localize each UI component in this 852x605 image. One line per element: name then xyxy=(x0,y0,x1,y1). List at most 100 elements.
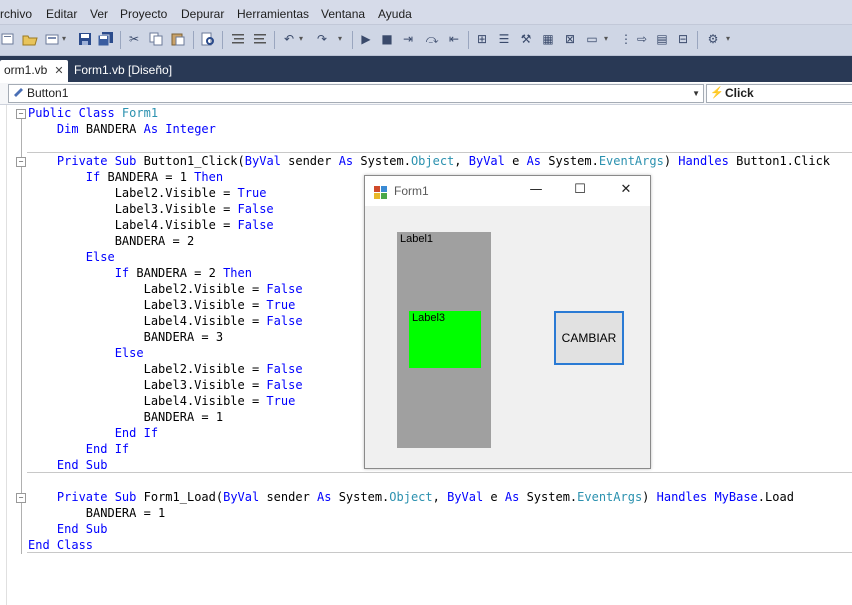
cambiar-button[interactable]: CAMBIAR xyxy=(554,311,624,365)
window-dropdown-icon[interactable]: ▾ xyxy=(604,31,612,47)
code-line[interactable]: End Sub xyxy=(28,521,108,537)
event-combobox[interactable]: ⚡ Click xyxy=(706,84,852,103)
toolbox-icon[interactable]: ⚒ xyxy=(518,31,534,47)
code-keyword: Public Class xyxy=(28,106,122,120)
object-combobox[interactable]: Button1 ▼ xyxy=(8,84,704,103)
menu-depurar[interactable]: Depurar xyxy=(181,7,224,21)
redo-icon[interactable]: ↷ xyxy=(314,31,330,47)
code-line[interactable]: BANDERA = 1 xyxy=(28,505,165,521)
copy-icon[interactable] xyxy=(148,31,164,47)
chevron-down-icon: ▼ xyxy=(692,89,700,98)
toolbar-overflow-icon[interactable]: ▾ xyxy=(726,31,734,47)
toolbar-separator xyxy=(468,31,469,49)
step-into-icon[interactable]: ⇥ xyxy=(400,31,416,47)
output-icon[interactable]: ▤ xyxy=(654,31,670,47)
code-keyword: As xyxy=(504,490,520,504)
object-browser-icon[interactable]: ▦ xyxy=(540,31,556,47)
code-line[interactable]: End Class xyxy=(28,537,93,553)
maximize-icon[interactable]: ☐ xyxy=(569,180,591,200)
menu-herramientas[interactable]: Herramientas xyxy=(237,7,309,21)
immediate-icon[interactable]: ▭ xyxy=(584,31,600,47)
stop-icon[interactable]: ■ xyxy=(379,31,395,47)
code-line[interactable]: Label2.Visible = True xyxy=(28,185,267,201)
code-type: Object xyxy=(389,490,433,504)
minimize-icon[interactable]: — xyxy=(525,180,547,200)
menu-editar[interactable]: Editar xyxy=(46,7,77,21)
code-line[interactable]: Label3.Visible = True xyxy=(28,297,296,313)
form1-titlebar[interactable]: Form1 — ☐ ✕ xyxy=(365,176,650,206)
code-keyword: Else xyxy=(85,250,115,264)
collapse-icon[interactable]: − xyxy=(16,109,26,119)
cut-icon[interactable]: ✂ xyxy=(126,31,142,47)
code-text: ) xyxy=(642,490,657,504)
tab-form1-vb[interactable]: orm1.vb ✕ xyxy=(0,60,68,82)
tab-form1-design[interactable]: Form1.vb [Diseño] xyxy=(70,60,176,82)
error-list-icon[interactable]: ⊠ xyxy=(562,31,578,47)
step-out-icon[interactable]: ⇤ xyxy=(446,31,462,47)
open-icon[interactable] xyxy=(22,31,38,47)
undo-dropdown-icon[interactable]: ▾ xyxy=(299,31,307,47)
menu-ventana[interactable]: Ventana xyxy=(321,7,365,21)
code-line[interactable]: End Sub xyxy=(28,457,108,473)
code-line[interactable]: Label4.Visible = True xyxy=(28,393,296,409)
save-all-icon[interactable] xyxy=(98,31,114,47)
code-line[interactable]: BANDERA = 1 xyxy=(28,409,223,425)
close-icon[interactable]: ✕ xyxy=(54,65,63,77)
code-line[interactable]: Label2.Visible = False xyxy=(28,281,303,297)
extension-icon[interactable]: ⊟ xyxy=(675,31,691,47)
redo-dropdown-icon[interactable]: ▾ xyxy=(338,31,346,47)
save-icon[interactable] xyxy=(77,31,93,47)
code-line[interactable]: Dim BANDERA As Integer xyxy=(28,121,216,137)
collapse-icon[interactable]: − xyxy=(16,493,26,503)
new-project-icon[interactable] xyxy=(0,31,16,47)
bookmark-icon[interactable]: ⇨ xyxy=(634,31,650,47)
menu-ayuda[interactable]: Ayuda xyxy=(378,7,412,21)
code-line[interactable]: Else xyxy=(28,249,115,265)
code-text: .Load xyxy=(757,490,794,504)
comment-icon[interactable] xyxy=(230,31,246,47)
add-item-icon[interactable] xyxy=(44,31,60,47)
paste-icon[interactable] xyxy=(170,31,186,47)
start-icon[interactable]: ▶ xyxy=(358,31,374,47)
code-keyword: Else xyxy=(114,346,144,360)
toolbar-separator xyxy=(274,31,275,49)
code-line[interactable]: BANDERA = 2 xyxy=(28,233,194,249)
code-line[interactable]: If BANDERA = 2 Then xyxy=(28,265,252,281)
menu-archivo[interactable]: rchivo xyxy=(0,7,32,21)
code-line[interactable]: Private Sub Button1_Click(ByVal sender A… xyxy=(28,153,830,169)
code-line[interactable]: Label2.Visible = False xyxy=(28,361,303,377)
code-line[interactable]: End If xyxy=(28,441,129,457)
code-type: Object xyxy=(410,154,455,168)
uncomment-icon[interactable] xyxy=(252,31,268,47)
code-line[interactable]: Public Class Form1 xyxy=(28,105,158,121)
menu-ver[interactable]: Ver xyxy=(90,7,108,21)
outline-line xyxy=(21,117,22,554)
code-text: BANDERA = 1 xyxy=(28,410,224,424)
solution-explorer-icon[interactable]: ⊞ xyxy=(474,31,490,47)
code-line[interactable]: Label4.Visible = False xyxy=(28,217,274,233)
step-over-icon[interactable]: ⤼ xyxy=(424,31,440,47)
collapse-icon[interactable]: − xyxy=(16,157,26,167)
code-text: sender xyxy=(259,490,318,504)
code-line[interactable]: End If xyxy=(28,425,158,441)
breakpoint-icon[interactable]: ⋮ xyxy=(618,31,634,47)
code-text: e xyxy=(504,154,527,168)
code-line[interactable]: BANDERA = 3 xyxy=(28,329,223,345)
undo-icon[interactable]: ↶ xyxy=(281,31,297,47)
close-icon[interactable]: ✕ xyxy=(615,180,637,200)
code-line[interactable]: Label3.Visible = False xyxy=(28,377,303,393)
code-line[interactable]: Else xyxy=(28,345,144,361)
form1-window[interactable]: Form1 — ☐ ✕ Label1 Label3 CAMBIAR xyxy=(364,175,651,469)
code-text: System. xyxy=(331,490,390,504)
document-tab-strip: orm1.vb ✕ Form1.vb [Diseño] xyxy=(0,56,852,82)
code-line[interactable]: If BANDERA = 1 Then xyxy=(28,169,223,185)
menu-bar: rchivo Editar Ver Proyecto Depurar Herra… xyxy=(0,0,852,25)
properties-icon[interactable]: ☰ xyxy=(496,31,512,47)
menu-proyecto[interactable]: Proyecto xyxy=(120,7,167,21)
code-line[interactable]: Label4.Visible = False xyxy=(28,313,303,329)
find-icon[interactable] xyxy=(200,31,216,47)
code-line[interactable]: Private Sub Form1_Load(ByVal sender As S… xyxy=(28,489,794,505)
options-icon[interactable]: ⚙ xyxy=(705,31,721,47)
add-item-dropdown-icon[interactable]: ▾ xyxy=(62,31,70,47)
code-line[interactable]: Label3.Visible = False xyxy=(28,201,274,217)
